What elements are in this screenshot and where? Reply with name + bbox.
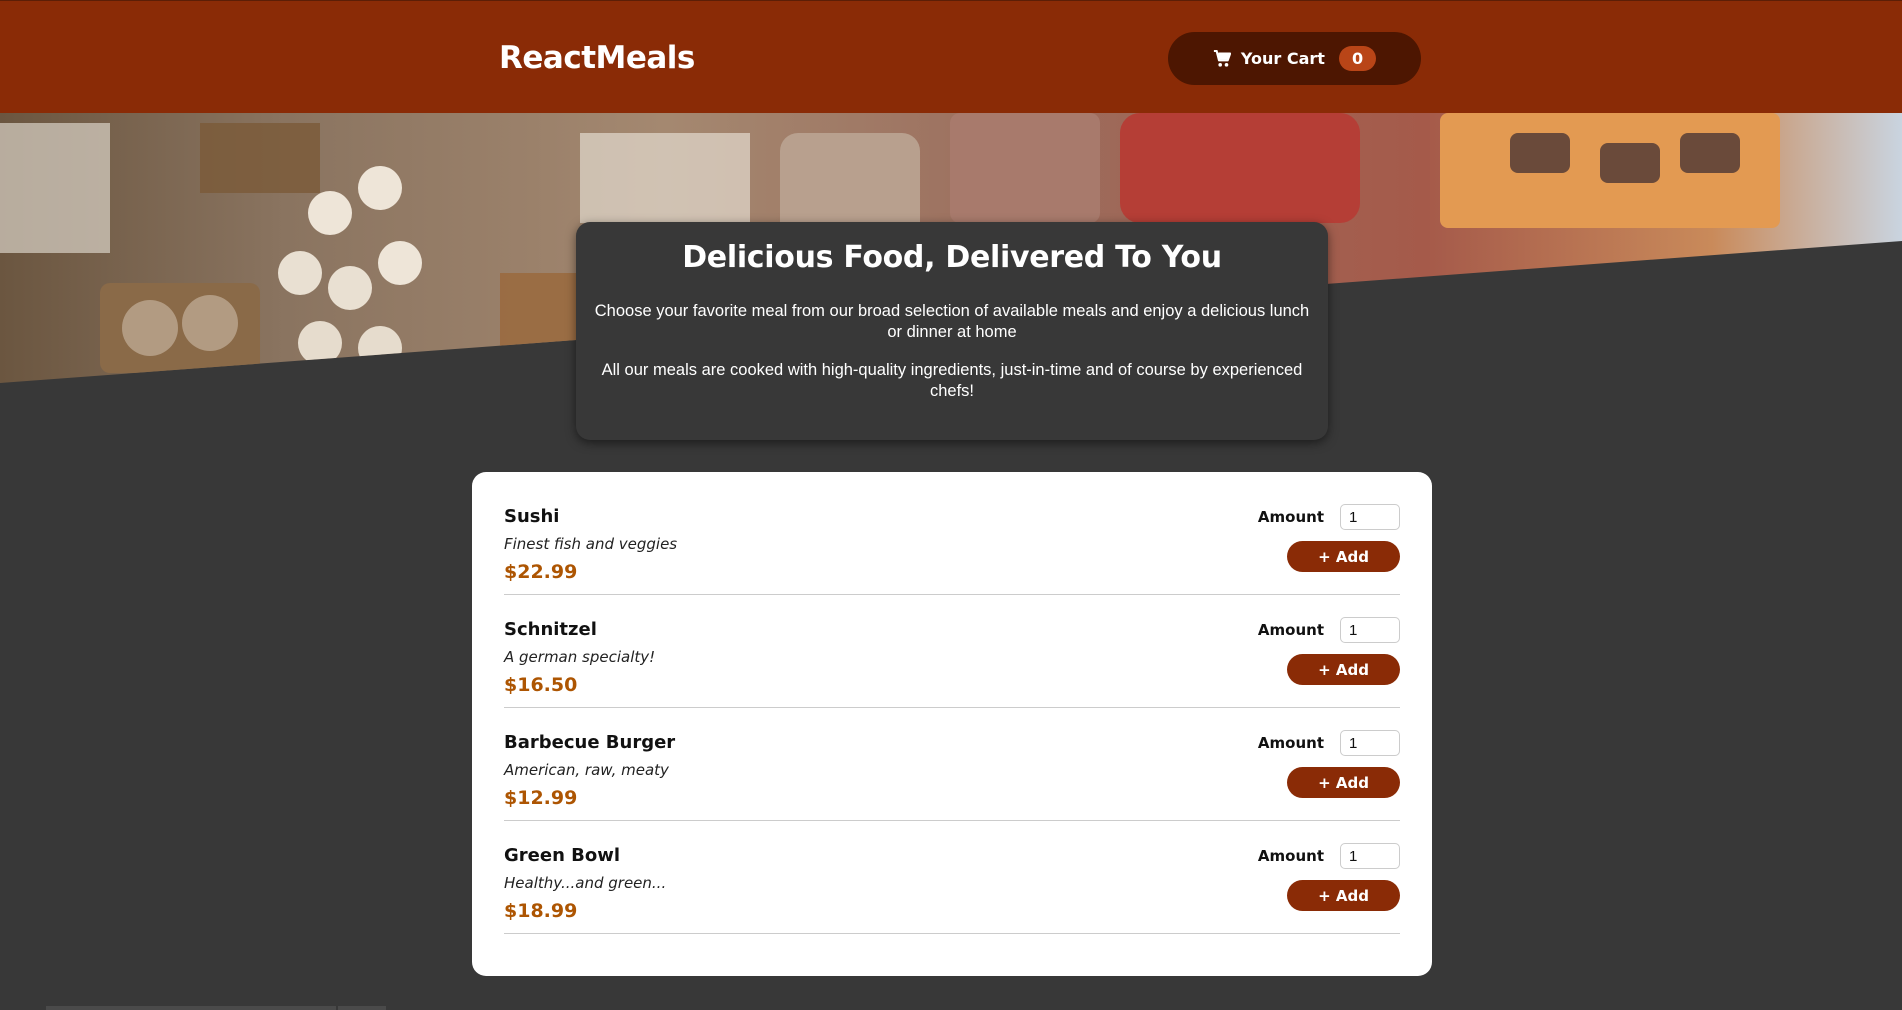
meal-description: A german specialty! [504, 648, 656, 666]
meal-item: Barbecue Burger American, raw, meaty $12… [504, 708, 1400, 821]
cart-icon [1213, 49, 1231, 68]
amount-row: Amount [1258, 504, 1400, 530]
cart-button[interactable]: Your Cart 0 [1168, 32, 1421, 85]
brand-logo-text: ReactMeals [499, 40, 695, 76]
meal-price: $16.50 [504, 674, 578, 696]
meal-name: Schnitzel [504, 619, 597, 640]
amount-row: Amount [1258, 730, 1400, 756]
amount-label: Amount [1257, 508, 1324, 526]
cart-count-badge: 0 [1338, 46, 1377, 71]
add-button[interactable]: + Add [1287, 880, 1400, 911]
meal-item: Sushi Finest fish and veggies $22.99 Amo… [504, 482, 1400, 595]
meal-name: Barbecue Burger [504, 732, 676, 753]
amount-label: Amount [1257, 847, 1324, 865]
amount-input[interactable] [1340, 617, 1400, 643]
meal-price: $18.99 [504, 900, 578, 922]
meals-summary-card: Delicious Food, Delivered To You Choose … [576, 222, 1328, 440]
amount-label: Amount [1257, 734, 1324, 752]
available-meals-card: Sushi Finest fish and veggies $22.99 Amo… [472, 472, 1432, 976]
amount-label: Amount [1257, 621, 1324, 639]
meal-name: Sushi [504, 506, 560, 527]
add-button[interactable]: + Add [1287, 541, 1400, 572]
amount-input[interactable] [1340, 843, 1400, 869]
summary-paragraph-2: All our meals are cooked with high-quali… [601, 361, 1303, 400]
cart-label: Your Cart [1240, 49, 1325, 68]
add-button[interactable]: + Add [1287, 767, 1400, 798]
meal-item: Green Bowl Healthy...and green... $18.99… [504, 821, 1400, 934]
summary-paragraph-1: Choose your favorite meal from our broad… [594, 302, 1310, 341]
add-button[interactable]: + Add [1287, 654, 1400, 685]
meal-description: Finest fish and veggies [504, 535, 678, 553]
meal-name: Green Bowl [504, 845, 621, 866]
scrollbar-segment[interactable] [338, 1006, 386, 1010]
amount-input[interactable] [1340, 504, 1400, 530]
meal-description: Healthy...and green... [504, 874, 667, 892]
meal-price: $22.99 [504, 561, 578, 583]
amount-row: Amount [1258, 617, 1400, 643]
app-header: ReactMeals Your Cart 0 [0, 0, 1902, 113]
horizontal-scrollbar[interactable] [46, 1006, 336, 1010]
summary-title: Delicious Food, Delivered To You [682, 240, 1222, 275]
amount-row: Amount [1258, 843, 1400, 869]
amount-input[interactable] [1340, 730, 1400, 756]
meal-description: American, raw, meaty [504, 761, 669, 779]
meal-item: Schnitzel A german specialty! $16.50 Amo… [504, 595, 1400, 708]
meal-price: $12.99 [504, 787, 578, 809]
